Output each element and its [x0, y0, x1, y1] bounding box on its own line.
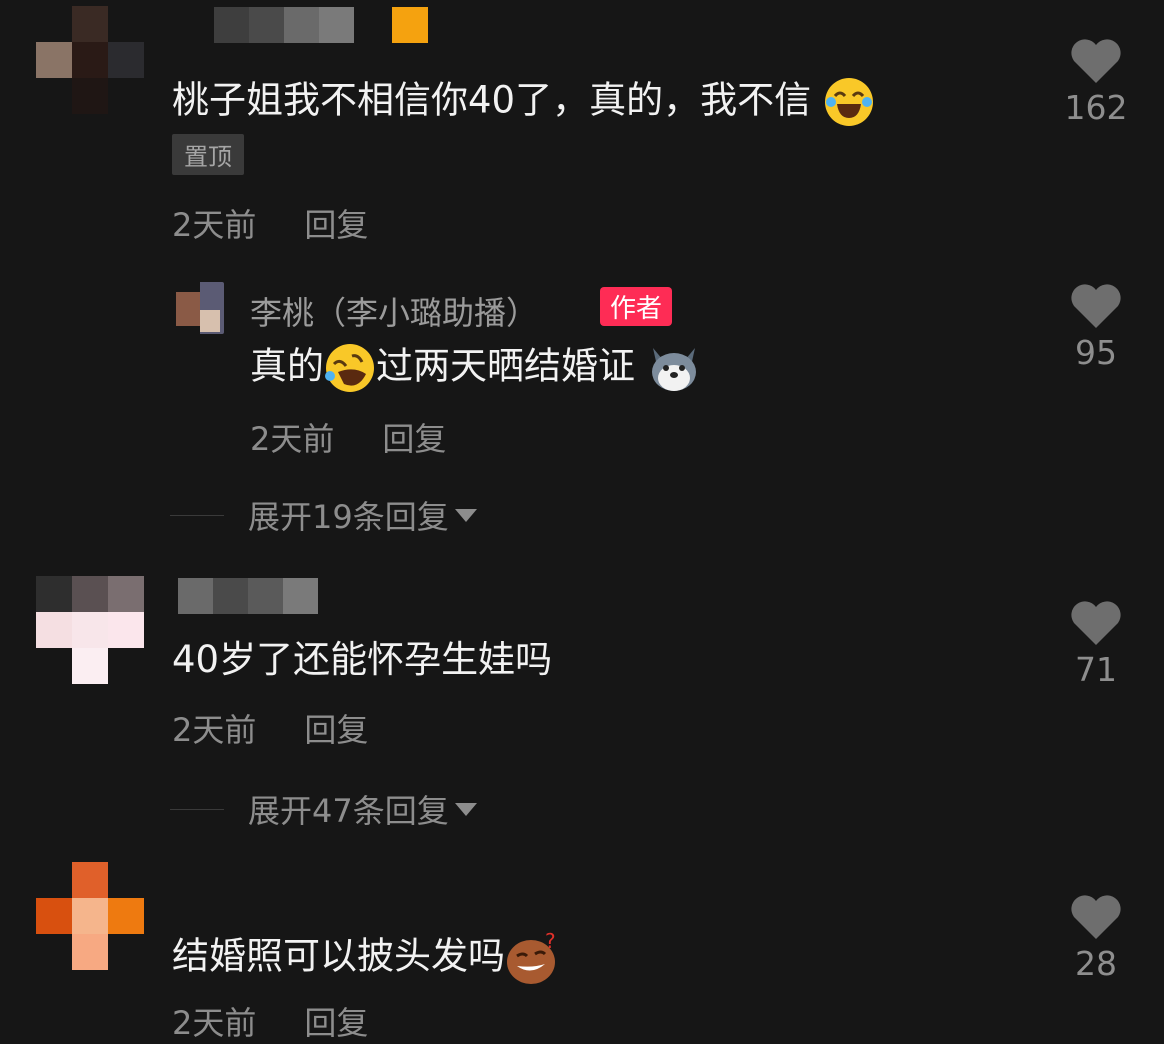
rolling-laughing-emoji-icon [325, 344, 374, 392]
reply-button[interactable]: 回复 [304, 711, 368, 749]
username-blurred[interactable] [178, 578, 318, 614]
divider [170, 514, 224, 516]
heart-icon [1071, 39, 1121, 83]
username-badge [392, 7, 428, 43]
author-avatar[interactable] [176, 282, 224, 334]
comment-meta: 2天前 回复 [172, 200, 368, 246]
like-count: 71 [1075, 650, 1117, 689]
comment-time: 2天前 [172, 711, 257, 749]
caret-down-icon [454, 802, 477, 816]
author-badge: 作者 [600, 287, 673, 326]
comment-meta: 2天前 回复 [172, 705, 368, 751]
divider [170, 808, 224, 810]
svg-text:?: ? [545, 930, 556, 953]
caret-down-icon [454, 508, 477, 522]
like-button[interactable]: 71 [1051, 600, 1141, 689]
husky-dog-emoji-icon [651, 348, 696, 391]
reply-author-name[interactable]: 李桃（李小璐助播） [250, 288, 538, 334]
like-count: 162 [1064, 88, 1128, 127]
like-button[interactable]: 162 [1051, 38, 1141, 127]
reply-button[interactable]: 回复 [304, 1004, 368, 1042]
heart-icon [1071, 895, 1121, 939]
expand-replies-button[interactable]: 展开19条回复 [170, 492, 477, 538]
smirk-question-emoji-icon: ? [507, 930, 556, 984]
comment-time: 2天前 [172, 1004, 257, 1042]
like-count: 95 [1075, 333, 1117, 372]
like-button[interactable]: 28 [1051, 894, 1141, 983]
reply-button[interactable]: 回复 [382, 420, 446, 458]
heart-icon [1071, 284, 1121, 328]
heart-icon [1071, 601, 1121, 645]
reply-time: 2天前 [250, 420, 335, 458]
comment-meta: 2天前 回复 [172, 998, 368, 1044]
username-blurred[interactable] [214, 7, 354, 43]
reply-meta: 2天前 回复 [250, 414, 446, 460]
comment-text: 40岁了还能怀孕生娃吗 [172, 638, 553, 681]
reply-text: 真的 过两天晒结婚证 [250, 342, 701, 394]
like-button[interactable]: 95 [1051, 283, 1141, 372]
avatar[interactable] [36, 576, 144, 684]
comment-text: 结婚照可以披头发吗 ? [172, 930, 563, 986]
expand-replies-button[interactable]: 展开47条回复 [170, 786, 477, 832]
avatar[interactable] [36, 862, 144, 970]
like-count: 28 [1075, 944, 1117, 983]
avatar[interactable] [36, 6, 144, 114]
comment-time: 2天前 [172, 206, 257, 244]
pinned-badge: 置顶 [172, 134, 244, 175]
tears-of-joy-emoji-icon [824, 78, 873, 126]
reply-button[interactable]: 回复 [304, 206, 368, 244]
comment-text: 桃子姐我不相信你40了，真的，我不信 [172, 76, 875, 128]
